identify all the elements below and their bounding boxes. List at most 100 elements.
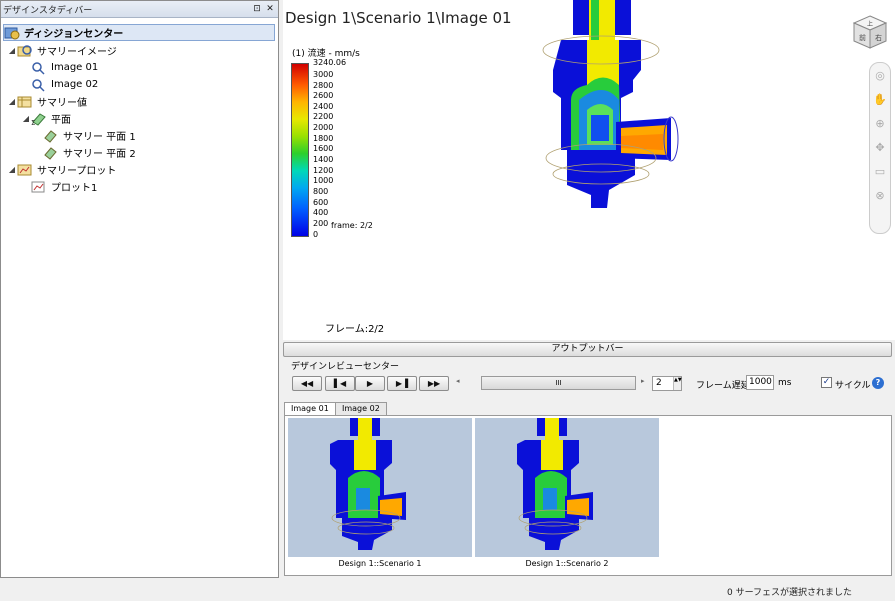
tree-item-plane[interactable]: ◢ Σ 平面 [21, 110, 71, 127]
thumbnail-caption: Design 1::Scenario 2 [525, 559, 609, 568]
summary-plot-icon [17, 163, 33, 177]
viewcube-side-label: 右 [875, 33, 882, 42]
plot-item-icon [31, 180, 47, 194]
legend-tick: 2800 [313, 81, 334, 90]
legend-tick: 2600 [313, 91, 334, 100]
expander-icon[interactable]: ◢ [7, 46, 17, 55]
svg-text:Σ: Σ [31, 119, 35, 126]
spin-arrows-icon[interactable]: ▲▼ [673, 377, 682, 390]
thumbnail-scenario-1[interactable] [288, 418, 472, 557]
expander-icon[interactable]: ◢ [7, 97, 17, 106]
tree-item-summary-plane-1[interactable]: サマリー 平面 1 [43, 127, 136, 144]
slider-right-icon[interactable]: ▸ [641, 377, 645, 385]
viewport-title: Design 1\Scenario 1\Image 01 [285, 9, 512, 27]
legend-tick: 800 [313, 187, 329, 196]
frame-slider[interactable]: III [481, 376, 636, 390]
viewcube-icon[interactable]: 上 前 右 [851, 14, 889, 50]
summary-plane-icon [43, 129, 59, 143]
legend-tick: 1000 [313, 176, 334, 185]
help-icon[interactable]: ? [872, 377, 884, 389]
zoom-icon[interactable]: ⊕ [870, 111, 890, 135]
tree-item-summary-image[interactable]: ◢ サマリーイメージ [7, 42, 117, 59]
image-item-icon [31, 61, 47, 75]
plane-icon: Σ [31, 112, 47, 127]
tree-item-label: Image 02 [51, 79, 99, 90]
legend-tick: 400 [313, 208, 329, 217]
frame-mini-label: frame: 2/2 [331, 221, 373, 230]
tree-item-label: サマリー 平面 1 [63, 132, 136, 143]
summary-value-icon [17, 95, 33, 109]
last-frame-button[interactable]: ▶▶ [419, 376, 449, 391]
cycle-label: サイクル [835, 381, 871, 391]
graphics-viewport[interactable]: Design 1\Scenario 1\Image 01 (1) 流速 - mm… [283, 0, 895, 340]
tree-item-summary-plane-2[interactable]: サマリー 平面 2 [43, 144, 136, 161]
tree-item-image-01[interactable]: Image 01 [31, 59, 98, 76]
look-at-icon[interactable]: ▭ [870, 159, 890, 183]
summary-image-icon [17, 44, 33, 58]
thumbnail-area: Design 1::Scenario 1 Design 1::Scenario … [284, 415, 892, 576]
next-frame-button[interactable]: ▶▐ [387, 376, 417, 391]
tree-item-decision-center[interactable]: ディシジョンセンター [3, 24, 275, 41]
close-icon[interactable]: ✕ [265, 4, 275, 14]
tree-item-image-02[interactable]: Image 02 [31, 76, 98, 93]
frame-spinbox[interactable]: 2 ▲▼ [652, 376, 682, 391]
tree-item-label: プロット1 [51, 183, 98, 194]
tree-item-summary-value[interactable]: ◢ サマリー値 [7, 93, 87, 110]
fit-view-icon[interactable]: ⊗ [870, 183, 890, 207]
legend-tick: 200 [313, 219, 329, 228]
legend-tick: 2400 [313, 102, 334, 111]
tree-item-plot-1[interactable]: プロット1 [31, 178, 97, 195]
part-model[interactable] [531, 0, 691, 215]
design-study-bar-header: デザインスタディバー ⊡ ✕ [1, 1, 278, 18]
play-button[interactable]: ▶ [355, 376, 385, 391]
velocity-legend: (1) 流速 - mm/s 3240.06 3000 2800 2600 240… [289, 46, 389, 242]
tree-item-summary-plot[interactable]: ◢ サマリープロット [7, 161, 116, 178]
frame-label: フレーム:2/2 [325, 324, 385, 335]
cycle-checkbox[interactable]: ✓ [821, 377, 832, 388]
tree-item-label: 平面 [51, 115, 71, 126]
tab-image-02[interactable]: Image 02 [335, 402, 387, 416]
orbit-icon[interactable]: ✥ [870, 135, 890, 159]
frame-delay-unit: ms [778, 378, 792, 388]
tree-item-label: ディシジョンセンター [24, 29, 124, 40]
expander-icon[interactable]: ◢ [7, 165, 17, 174]
thumbnail-part-1 [330, 418, 406, 550]
slider-grip-icon[interactable]: III [555, 379, 561, 387]
summary-plane-icon [43, 146, 59, 160]
frame-delay-input[interactable]: 1000 [746, 375, 774, 390]
tree-item-label: サマリー 平面 2 [63, 149, 136, 160]
prev-frame-button[interactable]: ▌◀ [325, 376, 355, 391]
status-bar-text: 0 サーフェスが選択されました [727, 588, 853, 598]
slider-left-icon[interactable]: ◂ [456, 377, 460, 385]
first-frame-button[interactable]: ◀◀ [292, 376, 322, 391]
design-study-bar-title: デザインスタディバー [3, 5, 93, 16]
legend-tick: 3240.06 [313, 58, 347, 67]
legend-tick: 2000 [313, 123, 334, 132]
tree-item-label: サマリー値 [37, 98, 87, 109]
design-study-bar: デザインスタディバー ⊡ ✕ ディシジョンセンター ◢ サマリーイメージ Ima… [0, 0, 279, 578]
image-item-icon [31, 78, 47, 92]
legend-color-bar [291, 63, 309, 237]
legend-tick: 0 [313, 230, 319, 239]
frame-delay-label: フレーム遅延: [696, 381, 753, 391]
legend-tick: 1600 [313, 144, 334, 153]
pan-icon[interactable]: ✋ [870, 87, 890, 111]
pin-icon[interactable]: ⊡ [252, 4, 262, 14]
legend-tick: 1400 [313, 155, 334, 164]
thumbnail-scenario-2[interactable] [475, 418, 659, 557]
legend-tick: 3000 [313, 70, 334, 79]
viewcube-front-label: 前 [859, 33, 866, 42]
thumbnail-caption: Design 1::Scenario 1 [338, 559, 422, 568]
expander-icon[interactable]: ◢ [21, 114, 31, 123]
thumbnail-part-2 [517, 418, 593, 550]
tree-item-label: Image 01 [51, 62, 99, 73]
viewcube-top-label: 上 [867, 20, 873, 28]
output-bar-header[interactable]: アウトプットバー [283, 342, 892, 357]
navigation-bar: ◎ ✋ ⊕ ✥ ▭ ⊗ [869, 62, 891, 234]
legend-tick: 2200 [313, 112, 334, 121]
frame-value: 2 [656, 378, 662, 388]
design-review-center-label: デザインレビューセンター [291, 362, 400, 372]
legend-tick: 1200 [313, 166, 334, 175]
steering-wheel-icon[interactable]: ◎ [870, 63, 890, 87]
decision-center-icon [4, 26, 20, 40]
